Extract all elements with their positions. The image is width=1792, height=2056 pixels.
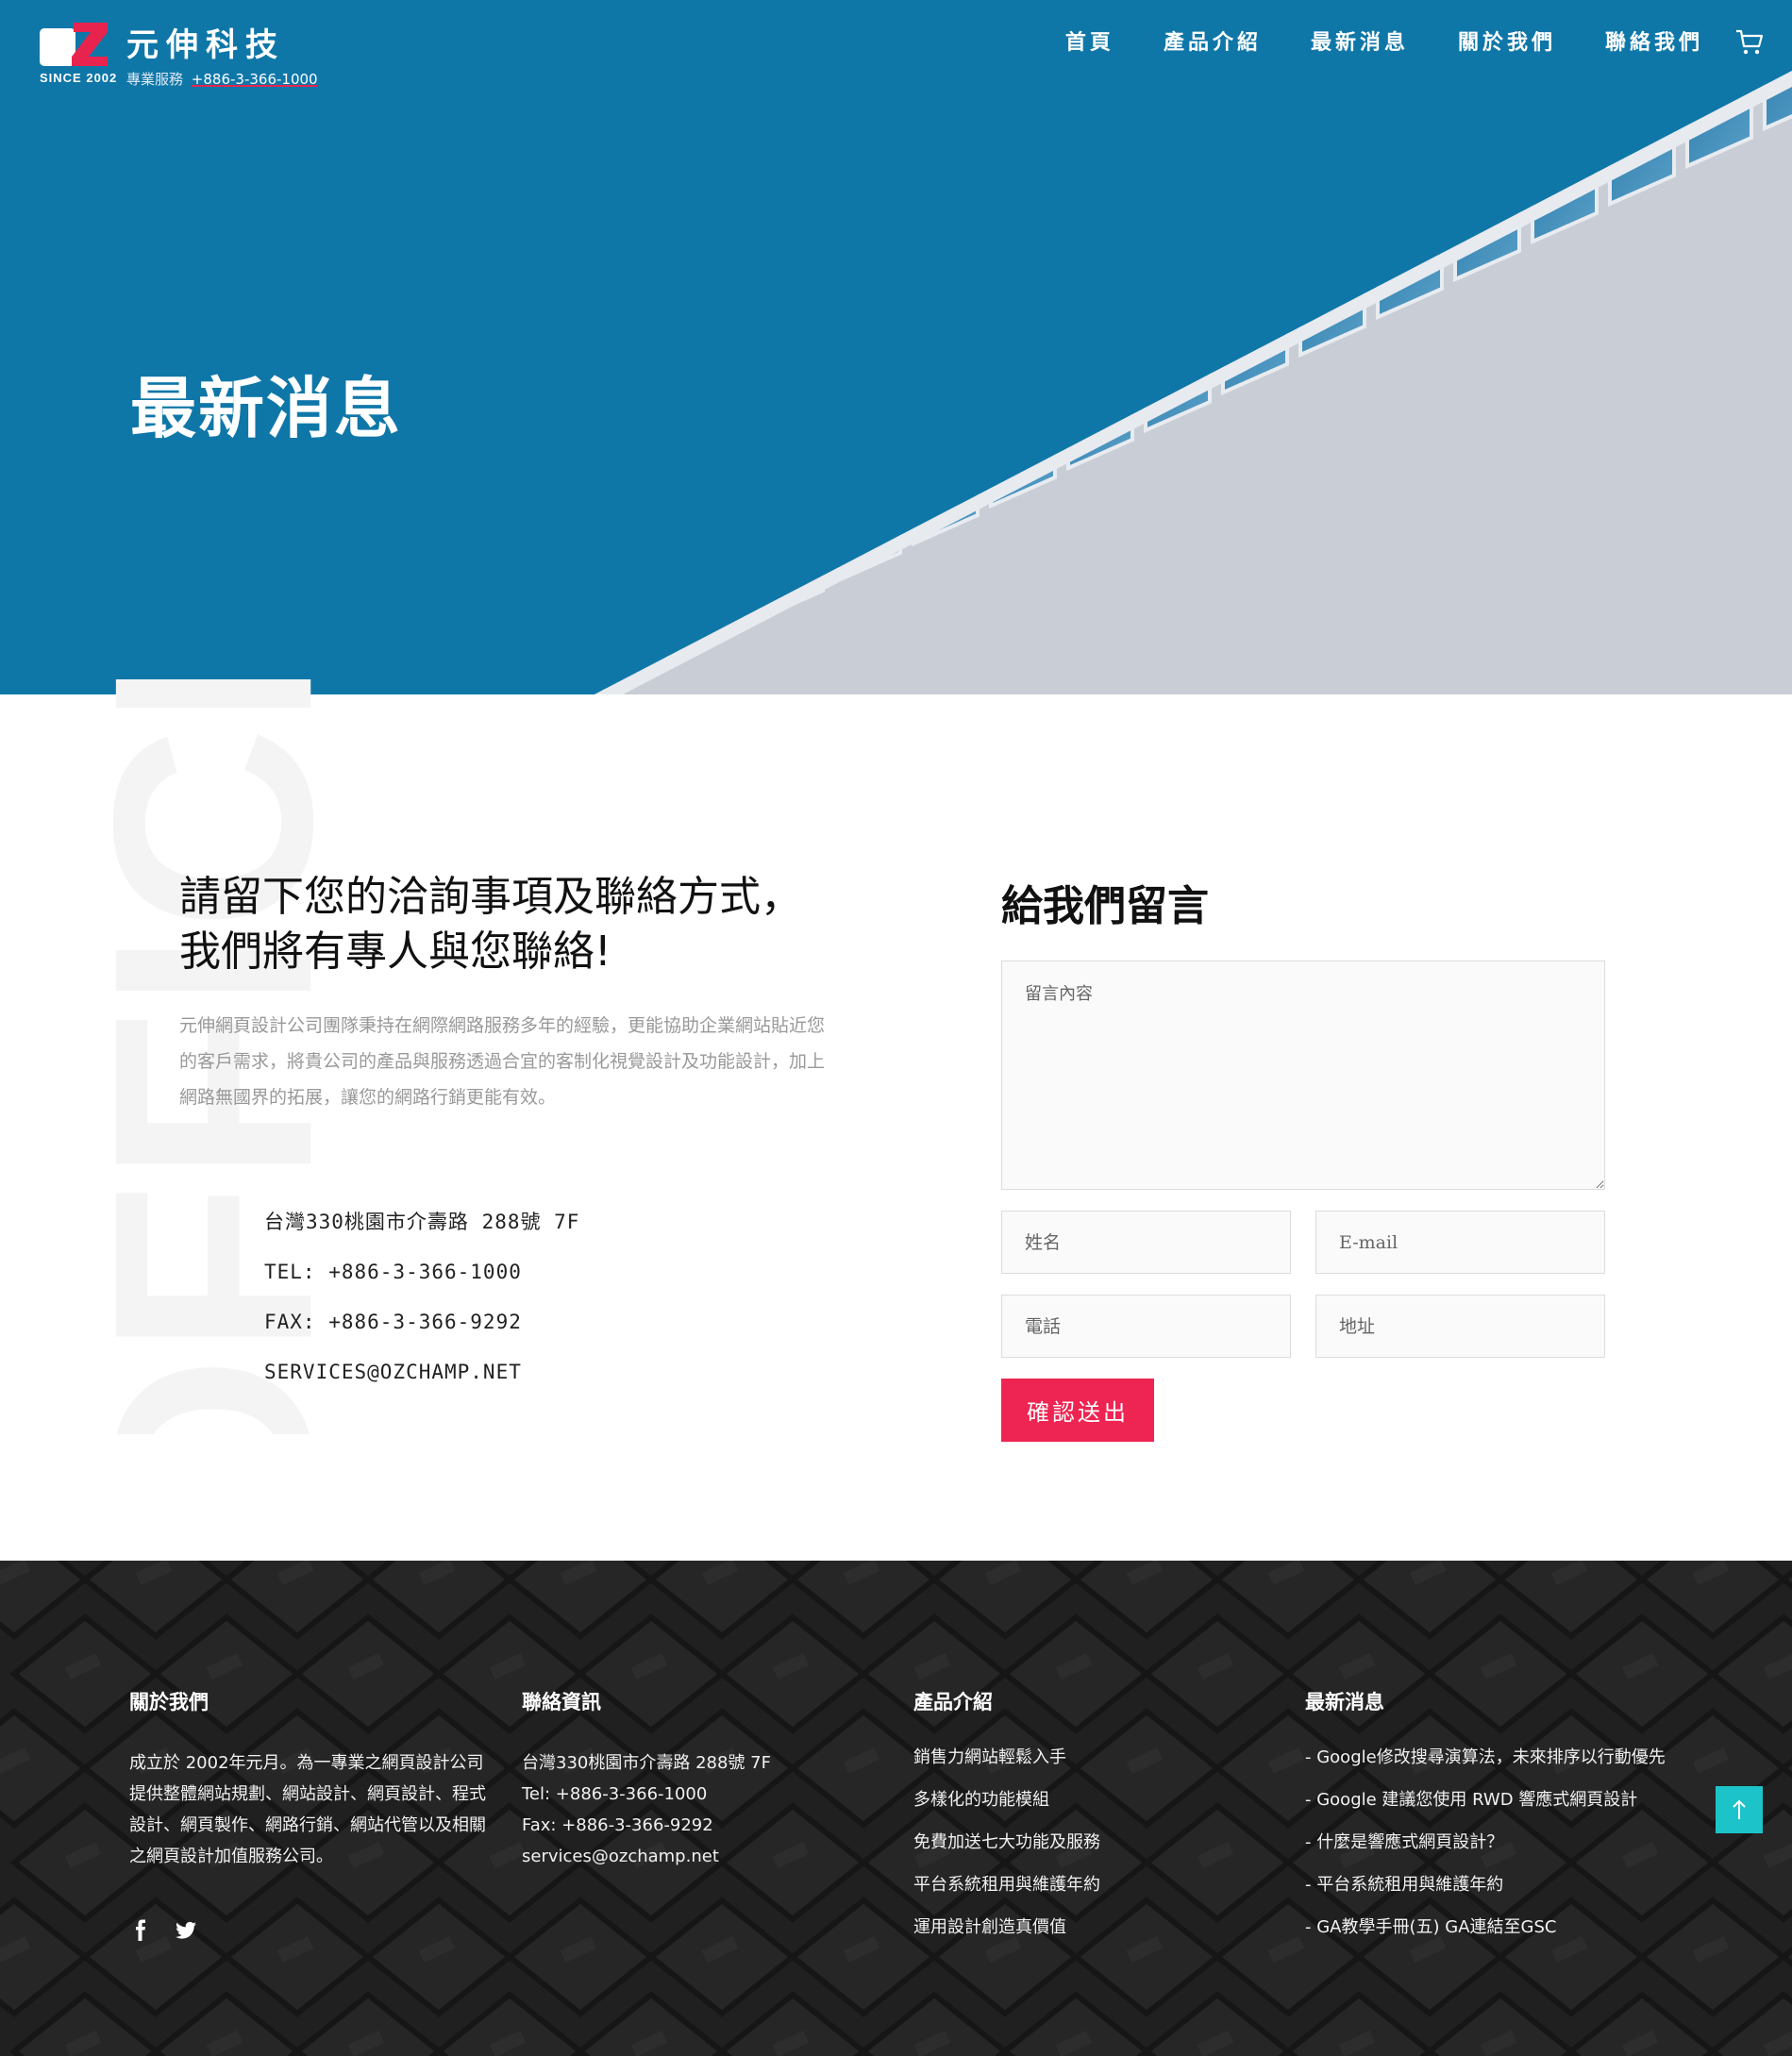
footer-contact-heading: 聯絡資訊 [522, 1691, 601, 1713]
nav-item-news[interactable]: 最新消息 [1311, 25, 1409, 56]
back-to-top-button[interactable] [1716, 1786, 1763, 1833]
footer-product-link[interactable]: 運用設計創造真價值 [913, 1906, 1215, 1948]
company-logo[interactable]: SINCE 2002 元伸科技 專業服務 +886-3-366-1000 [40, 23, 318, 89]
footer-about-heading: 關於我們 [129, 1691, 209, 1713]
headline-line2: 我們將有專人與您聯絡! [179, 928, 611, 976]
footer-product-link[interactable]: 銷售力網站輕鬆入手 [913, 1736, 1215, 1779]
social-links [129, 1919, 488, 1942]
twitter-icon[interactable] [175, 1919, 197, 1942]
message-textarea[interactable] [1001, 961, 1605, 1190]
contact-fax: FAX: +886-3-366-9292 [264, 1311, 522, 1333]
page-title: 最新消息 [130, 369, 402, 447]
contact-details: 台灣330桃園市介壽路 288號 7F TEL: +886-3-366-1000… [264, 1203, 579, 1403]
site-footer: 關於我們 成立於 2002年元月。為一專業之網頁設計公司提供整體網站規劃、網站設… [0, 1561, 1792, 2056]
footer-about-text: 成立於 2002年元月。為一專業之網頁設計公司提供整體網站規劃、網站設計、網頁設… [129, 1753, 486, 1866]
contact-address: 台灣330桃園市介壽路 288號 7F [264, 1211, 580, 1233]
footer-product-link[interactable]: 多樣化的功能模組 [913, 1779, 1215, 1821]
logo-since: SINCE 2002 [40, 71, 118, 85]
form-title: 給我們留言 [1001, 882, 1209, 930]
contact-tel: TEL: +886-3-366-1000 [264, 1261, 522, 1283]
footer-news: 最新消息 - Google修改搜尋演算法，未來排序以行動優先 - Google … [1305, 1687, 1739, 1948]
footer-products-heading: 產品介紹 [913, 1691, 993, 1713]
main-nav: 首頁 產品介紹 最新消息 關於我們 聯絡我們 [1065, 25, 1703, 56]
footer-about: 關於我們 成立於 2002年元月。為一專業之網頁設計公司提供整體網站規劃、網站設… [129, 1687, 488, 1942]
footer-news-link[interactable]: - 平台系統租用與維護年約 [1305, 1864, 1739, 1906]
email-field[interactable] [1315, 1211, 1605, 1274]
footer-product-link[interactable]: 免費加送七大功能及服務 [913, 1821, 1215, 1864]
footer-news-link[interactable]: - 什麼是響應式網頁設計？ [1305, 1821, 1739, 1864]
footer-product-link[interactable]: 平台系統租用與維護年約 [913, 1864, 1215, 1906]
facebook-icon[interactable] [129, 1919, 152, 1942]
footer-contact-fax: Fax: +886-3-366-9292 [522, 1815, 713, 1835]
contact-email[interactable]: SERVICES@OZCHAMP.NET [264, 1353, 579, 1403]
submit-button[interactable]: 確認送出 [1001, 1379, 1154, 1442]
footer-news-link[interactable]: - Google 建議您使用 RWD 響應式網頁設計 [1305, 1779, 1739, 1821]
nav-item-home[interactable]: 首頁 [1065, 25, 1114, 56]
logo-sub-label: 專業服務 [126, 71, 184, 88]
address-field[interactable] [1315, 1295, 1605, 1358]
footer-news-heading: 最新消息 [1305, 1691, 1384, 1713]
nav-item-contact[interactable]: 聯絡我們 [1605, 25, 1703, 56]
form-row-1 [1001, 1211, 1605, 1274]
headline-line1: 請留下您的洽詢事項及聯絡方式， [179, 873, 802, 921]
name-field[interactable] [1001, 1211, 1291, 1274]
footer-contact: 聯絡資訊 台灣330桃園市介壽路 288號 7F Tel: +886-3-366… [522, 1687, 805, 1872]
logo-phone[interactable]: +886-3-366-1000 [192, 71, 318, 88]
hero-banner: SINCE 2002 元伸科技 專業服務 +886-3-366-1000 首頁 … [0, 0, 1792, 694]
logo-subline: 專業服務 +886-3-366-1000 [126, 69, 318, 89]
arrow-up-icon [1733, 1799, 1746, 1819]
message-form: 給我們留言 確認送出 [1001, 874, 1605, 1442]
footer-products: 產品介紹 銷售力網站輕鬆入手 多樣化的功能模組 免費加送七大功能及服務 平台系統… [913, 1687, 1215, 1948]
logo-mark-icon [40, 23, 108, 66]
footer-news-link[interactable]: - GA教學手冊(五) GA連結至GSC [1305, 1906, 1739, 1948]
contact-headline: 請留下您的洽詢事項及聯絡方式， 我們將有專人與您聯絡! [179, 870, 840, 979]
cart-icon[interactable] [1735, 29, 1764, 56]
logo-name: 元伸科技 [126, 26, 285, 64]
footer-news-link[interactable]: - Google修改搜尋演算法，未來排序以行動優先 [1305, 1736, 1739, 1779]
form-row-2 [1001, 1295, 1605, 1358]
building-facade-image [595, 71, 1792, 694]
footer-contact-email[interactable]: services@ozchamp.net [522, 1841, 805, 1872]
phone-field[interactable] [1001, 1295, 1291, 1358]
nav-item-about[interactable]: 關於我們 [1458, 25, 1556, 56]
contact-intro: 元伸網頁設計公司團隊秉持在網際網路服務多年的經驗，更能協助企業網站貼近您的客戶需… [179, 1015, 826, 1108]
nav-item-products[interactable]: 產品介紹 [1164, 25, 1262, 56]
footer-contact-address: 台灣330桃園市介壽路 288號 7F [522, 1753, 771, 1773]
contact-info-column: 請留下您的洽詢事項及聯絡方式， 我們將有專人與您聯絡! 元伸網頁設計公司團隊秉持… [179, 870, 840, 1115]
footer-contact-tel: Tel: +886-3-366-1000 [522, 1784, 708, 1804]
